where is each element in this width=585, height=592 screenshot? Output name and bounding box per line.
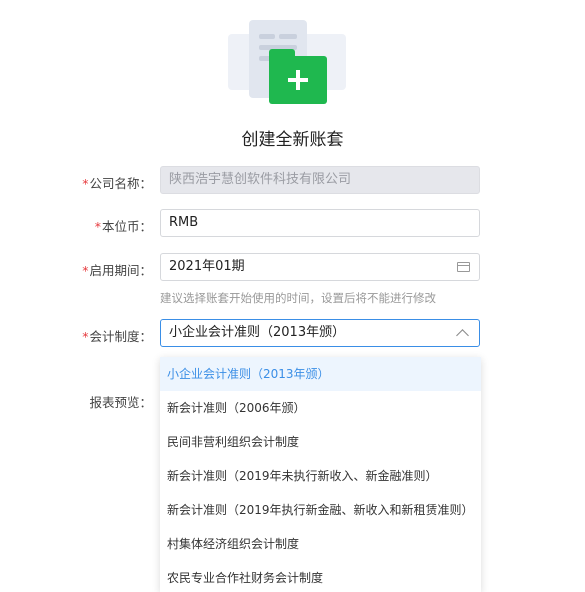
dropdown-option[interactable]: 新会计准则（2019年执行新金融、新收入和新租赁准则）: [160, 493, 481, 527]
accounting-system-dropdown: 小企业会计准则（2013年颁） 新会计准则（2006年颁） 民间非营利组织会计制…: [160, 357, 481, 592]
page-title: 创建全新账套: [241, 130, 344, 150]
required-mark: *: [94, 219, 101, 234]
company-name-label: *公司名称：: [82, 176, 152, 191]
dropdown-option[interactable]: 民间非营利组织会计制度: [160, 425, 481, 459]
dropdown-option[interactable]: 新会计准则（2019年未执行新收入、新金融准则）: [160, 459, 481, 493]
chevron-up-icon[interactable]: [456, 329, 469, 342]
currency-label: *本位币：: [94, 219, 152, 234]
report-preview-label: 报表预览：: [89, 395, 152, 410]
dropdown-option[interactable]: 农民专业合作社财务会计制度: [160, 561, 481, 592]
required-mark: *: [82, 329, 89, 344]
start-period-hint: 建议选择账套开始使用的时间，设置后将不能进行修改: [160, 291, 436, 305]
required-mark: *: [82, 176, 89, 191]
dropdown-option[interactable]: 新会计准则（2006年颁）: [160, 391, 481, 425]
dropdown-option[interactable]: 村集体经济组织会计制度: [160, 527, 481, 561]
required-mark: *: [82, 263, 89, 278]
folder-plus-icon: [269, 49, 327, 104]
create-ledger-illustration: [222, 12, 352, 112]
accounting-system-value: 小企业会计准则（2013年颁）: [169, 325, 346, 340]
start-period-picker[interactable]: 2021年01期: [160, 253, 480, 281]
currency-field[interactable]: RMB: [160, 209, 480, 237]
company-name-field: 陕西浩宇慧创软件科技有限公司: [160, 166, 480, 194]
calendar-icon[interactable]: [457, 262, 470, 272]
start-period-value: 2021年01期: [169, 259, 245, 274]
dropdown-option[interactable]: 小企业会计准则（2013年颁）: [160, 357, 481, 391]
start-period-label: *启用期间：: [82, 263, 152, 278]
accounting-system-select[interactable]: 小企业会计准则（2013年颁）: [160, 319, 480, 347]
accounting-system-label: *会计制度：: [82, 329, 152, 344]
